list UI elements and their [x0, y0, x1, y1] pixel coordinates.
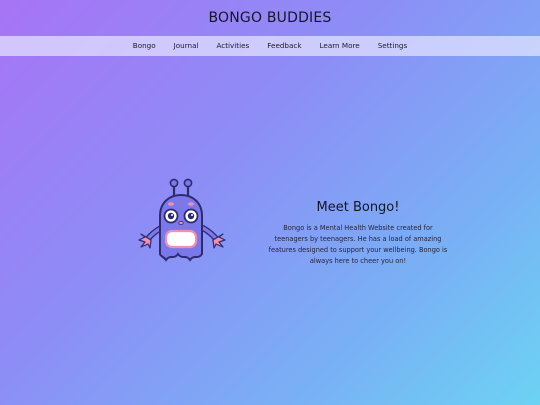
main-navigation: Bongo Journal Activities Feedback Learn … — [0, 36, 540, 56]
nav-link-activities[interactable]: Activities — [207, 36, 258, 56]
nav-link-journal[interactable]: Journal — [165, 36, 208, 56]
nav-link-feedback[interactable]: Feedback — [258, 36, 310, 56]
site-header: BONGO BUDDIES — [0, 0, 540, 36]
nav-link-settings[interactable]: Settings — [369, 36, 416, 56]
nav-link-bongo[interactable]: Bongo — [124, 36, 165, 56]
bongo-mascot-icon — [136, 176, 228, 264]
site-title: BONGO BUDDIES — [208, 10, 332, 26]
nav-link-learn-more[interactable]: Learn More — [311, 36, 369, 56]
intro-section: Meet Bongo! Bongo is a Mental Health Web… — [268, 200, 448, 267]
intro-description: Bongo is a Mental Health Website created… — [268, 224, 448, 265]
intro-title: Meet Bongo! — [316, 200, 400, 215]
